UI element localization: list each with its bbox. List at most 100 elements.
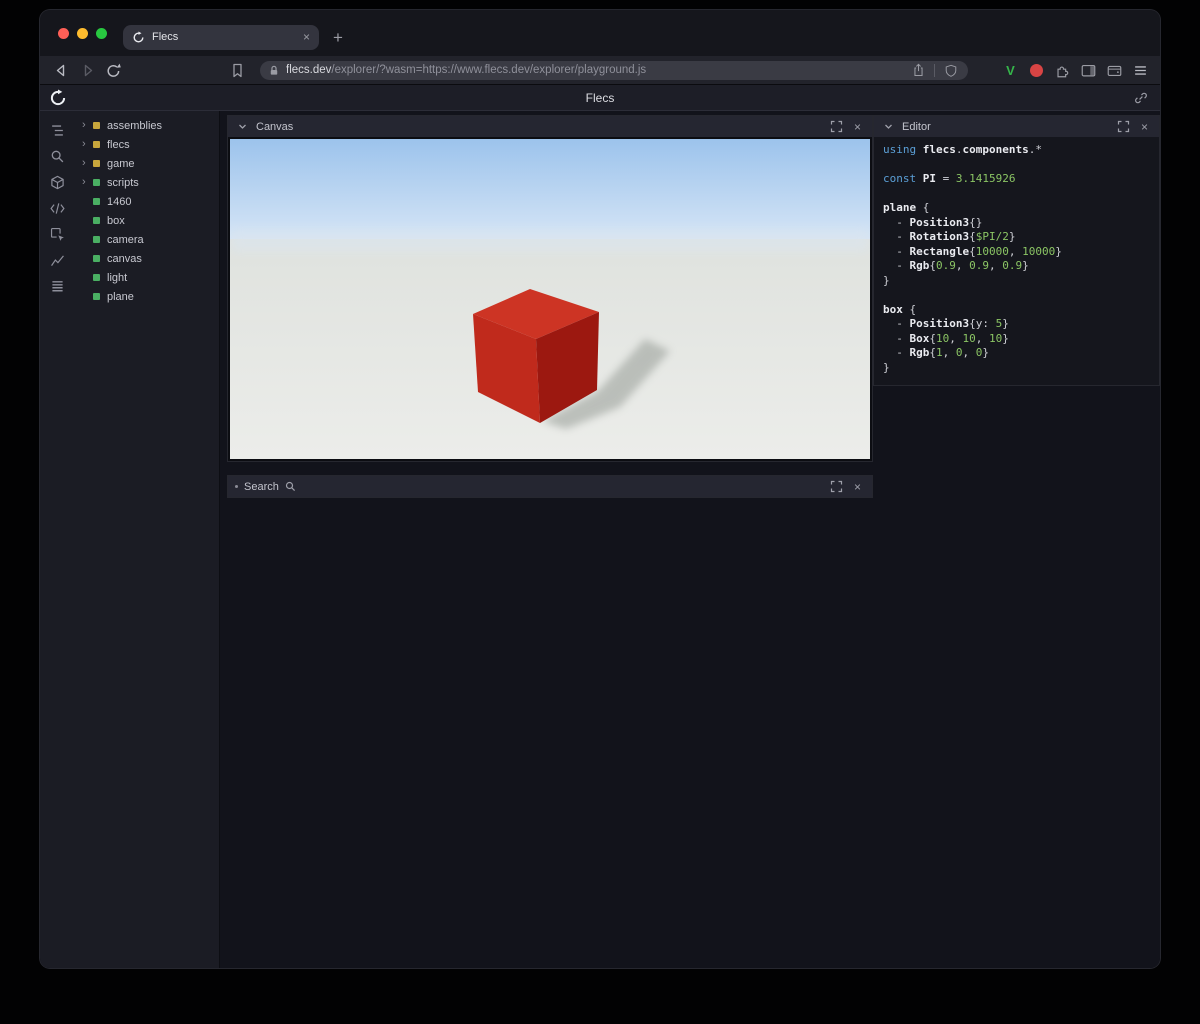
stats-chart-icon[interactable]: [47, 250, 67, 270]
close-icon[interactable]: ×: [850, 479, 865, 494]
extension-v-icon[interactable]: V: [1001, 61, 1020, 80]
tree-item-scripts[interactable]: › scripts: [74, 173, 219, 192]
entity-label: flecs: [107, 139, 130, 151]
canvas-3d-view[interactable]: [228, 137, 872, 461]
tab-title: Flecs: [152, 31, 296, 43]
url-text: flecs.dev/explorer/?wasm=https://www.fle…: [286, 64, 903, 76]
search-icon[interactable]: [47, 146, 67, 166]
tree-item-flecs[interactable]: › flecs: [74, 135, 219, 154]
close-icon[interactable]: ×: [850, 119, 865, 134]
chevron-down-icon[interactable]: [881, 119, 896, 134]
code-line: - Rgb{0.9, 0.9, 0.9}: [883, 259, 1150, 274]
code-line: - Rectangle{10000, 10000}: [883, 245, 1150, 260]
code-line: - Rgb{1, 0, 0}: [883, 346, 1150, 361]
editor-code[interactable]: using flecs.components.* const PI = 3.14…: [874, 137, 1159, 385]
chevron-down-icon[interactable]: [235, 119, 250, 134]
code-line: - Position3{}: [883, 216, 1150, 231]
tree-item-box[interactable]: box: [74, 211, 219, 230]
code-line: }: [883, 361, 1150, 376]
entity-label: light: [107, 272, 127, 284]
collapsed-dot-icon[interactable]: [235, 485, 238, 488]
tree-item-plane[interactable]: plane: [74, 287, 219, 306]
close-window-button[interactable]: [58, 28, 69, 39]
code-line: - Box{10, 10, 10}: [883, 332, 1150, 347]
extensions-puzzle-icon[interactable]: [1053, 61, 1072, 80]
expand-chevron-icon[interactable]: ›: [82, 139, 93, 150]
minimize-window-button[interactable]: [77, 28, 88, 39]
entity-label: 1460: [107, 196, 131, 208]
back-button[interactable]: [50, 59, 72, 81]
canvas-panel: Canvas ×: [227, 115, 873, 462]
wallet-icon[interactable]: [1105, 61, 1124, 80]
canvas-panel-title: Canvas: [256, 121, 293, 133]
browser-window: Flecs × + flecs.d: [40, 10, 1160, 968]
tree-item-camera[interactable]: camera: [74, 230, 219, 249]
tree-item-canvas[interactable]: canvas: [74, 249, 219, 268]
code-line: [883, 288, 1150, 303]
tree-item-game[interactable]: ›game: [74, 154, 219, 173]
editor-panel: Editor × using flecs.components.* const …: [873, 115, 1160, 386]
expand-chevron-icon[interactable]: ›: [82, 120, 93, 131]
share-link-icon[interactable]: [1131, 88, 1151, 108]
code-line: box {: [883, 303, 1150, 318]
entity-kind-square: [93, 236, 100, 243]
share-icon[interactable]: [909, 61, 928, 80]
zoom-window-button[interactable]: [96, 28, 107, 39]
search-panel: Search ×: [227, 475, 873, 498]
new-tab-button[interactable]: +: [333, 29, 343, 46]
icon-rail: [40, 111, 74, 968]
search-panel-header: Search ×: [228, 476, 872, 497]
expand-chevron-icon[interactable]: ›: [82, 158, 93, 169]
tab-close-icon[interactable]: ×: [303, 30, 310, 44]
sidebar-panel-icon[interactable]: [1079, 61, 1098, 80]
entity-label: camera: [107, 234, 144, 246]
fullscreen-icon[interactable]: [829, 119, 844, 134]
page-title: Flecs: [40, 91, 1160, 105]
fullscreen-icon[interactable]: [1116, 119, 1131, 134]
reload-button[interactable]: [102, 59, 124, 81]
entity-kind-square: [93, 141, 100, 148]
entity-label: plane: [107, 291, 134, 303]
flecs-app: Flecs: [40, 85, 1160, 968]
code-line: - Rotation3{$PI/2}: [883, 230, 1150, 245]
bookmark-icon[interactable]: [226, 59, 248, 81]
entity-label: box: [107, 215, 125, 227]
tree-item-1460[interactable]: 1460: [74, 192, 219, 211]
entity-kind-square: [93, 293, 100, 300]
query-rows-icon[interactable]: [47, 276, 67, 296]
expand-chevron-icon[interactable]: ›: [82, 177, 93, 188]
brave-shield-icon[interactable]: [941, 61, 960, 80]
url-path: /explorer/?wasm=https://www.flecs.dev/ex…: [331, 64, 646, 76]
window-controls: [58, 28, 107, 39]
forward-button[interactable]: [76, 59, 98, 81]
sky: [230, 139, 870, 243]
code-icon[interactable]: [47, 198, 67, 218]
code-line: }: [883, 274, 1150, 289]
entity-label: canvas: [107, 253, 142, 265]
inspect-cursor-icon[interactable]: [47, 224, 67, 244]
tree-item-light[interactable]: light: [74, 268, 219, 287]
package-icon[interactable]: [47, 172, 67, 192]
code-line: - Position3{y: 5}: [883, 317, 1150, 332]
app-body: ›assemblies›flecs›game›scripts1460boxcam…: [40, 111, 1160, 968]
url-domain: flecs.dev: [286, 64, 331, 76]
close-icon[interactable]: ×: [1137, 119, 1152, 134]
menu-icon[interactable]: [1131, 61, 1150, 80]
entity-kind-square: [93, 122, 100, 129]
entity-tree-icon[interactable]: [47, 120, 67, 140]
editor-panel-header: Editor ×: [874, 116, 1159, 137]
code-line: [883, 187, 1150, 202]
code-line: [883, 158, 1150, 173]
entity-kind-square: [93, 198, 100, 205]
urlbar-divider: [934, 64, 935, 77]
address-bar[interactable]: flecs.dev/explorer/?wasm=https://www.fle…: [260, 61, 968, 80]
code-line: using flecs.components.*: [883, 143, 1150, 158]
browser-tab[interactable]: Flecs ×: [123, 25, 319, 50]
search-magnifier-icon: [285, 479, 296, 494]
fullscreen-icon[interactable]: [829, 479, 844, 494]
entity-label: scripts: [107, 177, 139, 189]
tree-item-assemblies[interactable]: ›assemblies: [74, 116, 219, 135]
entity-kind-square: [93, 255, 100, 262]
extension-red-icon[interactable]: [1027, 61, 1046, 80]
editor-panel-title: Editor: [902, 121, 931, 133]
